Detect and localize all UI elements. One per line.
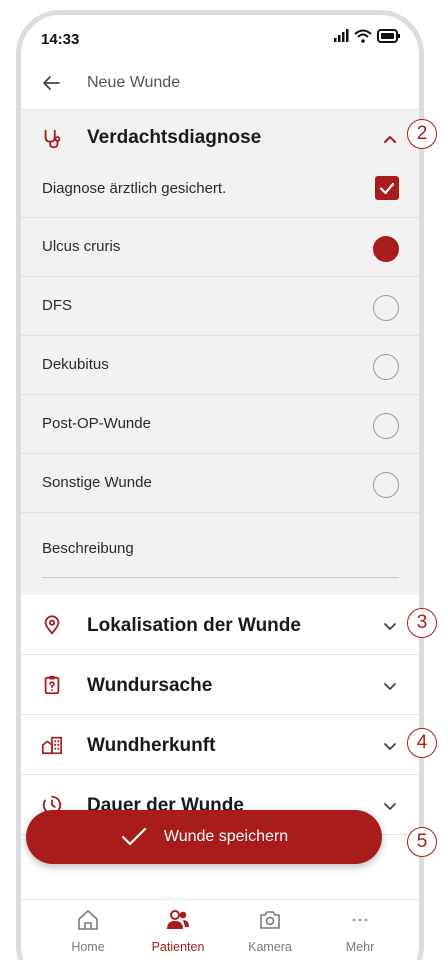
clipboard-question-icon — [44, 675, 60, 695]
description-field[interactable]: Beschreibung — [42, 532, 399, 578]
confirmed-row[interactable]: Diagnose ärztlich gesichert. — [21, 168, 419, 218]
section-title: Wundursache — [87, 675, 213, 696]
building-icon — [42, 736, 62, 755]
tab-home[interactable]: Home — [43, 908, 133, 956]
confirmed-label: Diagnose ärztlich gesichert. — [42, 180, 227, 197]
option-dfs[interactable]: DFS — [21, 277, 419, 336]
option-radio[interactable] — [373, 472, 399, 498]
page-title: Neue Wunde — [87, 74, 181, 91]
option-radio-selected[interactable] — [373, 236, 399, 262]
chevron-down-icon[interactable] — [381, 677, 399, 695]
wifi-icon — [354, 29, 372, 43]
more-icon — [352, 918, 368, 922]
battery-icon — [377, 29, 400, 43]
location-pin-icon — [44, 615, 60, 635]
status-bar: 14:33 — [21, 15, 419, 61]
option-label: Post-OP-Wunde — [42, 415, 151, 432]
option-radio[interactable] — [373, 354, 399, 380]
tab-label: Home — [71, 940, 105, 954]
checkmark-icon — [121, 827, 146, 846]
diagnosis-title: Verdachtsdiagnose — [87, 127, 262, 148]
diagnosis-header[interactable]: Verdachtsdiagnose — [21, 110, 419, 168]
diagnosis-section: Verdachtsdiagnose Diagnose ärztlich gesi… — [21, 109, 419, 595]
status-time: 14:33 — [41, 31, 80, 48]
section-title: Wundherkunft — [87, 735, 216, 756]
chevron-down-icon[interactable] — [381, 737, 399, 755]
callout-badge: 2 — [407, 119, 437, 149]
option-radio[interactable] — [373, 295, 399, 321]
home-icon — [78, 910, 98, 930]
app-bar: Neue Wunde — [21, 61, 419, 109]
option-sonstige-wunde[interactable]: Sonstige Wunde — [21, 454, 419, 513]
confirmed-checkbox[interactable] — [375, 176, 399, 200]
section-wundursache[interactable]: Wundursache — [21, 655, 419, 715]
checkmark-icon — [379, 182, 395, 195]
section-title: Lokalisation der Wunde — [87, 615, 301, 636]
bottom-nav: Home Patienten Kamera Mehr — [21, 899, 419, 960]
tab-label: Mehr — [345, 940, 375, 954]
option-ulcus-cruris[interactable]: Ulcus cruris — [21, 218, 419, 277]
patients-icon — [167, 910, 189, 929]
section-lokalisation[interactable]: Lokalisation der Wunde — [21, 595, 419, 655]
option-label: Sonstige Wunde — [42, 474, 152, 491]
status-icons — [333, 29, 401, 43]
tab-patienten[interactable]: Patienten — [133, 908, 223, 956]
option-label: Dekubitus — [42, 356, 109, 373]
section-wundherkunft[interactable]: Wundherkunft — [21, 715, 419, 775]
option-label: Ulcus cruris — [42, 238, 121, 255]
option-dekubitus[interactable]: Dekubitus — [21, 336, 419, 395]
chevron-up-icon[interactable] — [381, 130, 399, 148]
tab-mehr[interactable]: Mehr — [315, 908, 405, 956]
save-button-label: Wunde speichern — [163, 828, 289, 845]
callout-badge: 3 — [407, 608, 437, 638]
back-arrow-icon[interactable] — [39, 71, 63, 95]
tab-kamera[interactable]: Kamera — [225, 908, 315, 956]
callout-badge: 5 — [407, 827, 437, 857]
tab-label: Patienten — [151, 940, 205, 954]
option-radio[interactable] — [373, 413, 399, 439]
description-label: Beschreibung — [42, 540, 134, 557]
tab-label: Kamera — [248, 940, 292, 954]
stethoscope-icon — [44, 129, 61, 149]
signal-icon — [334, 29, 349, 42]
option-post-op-wunde[interactable]: Post-OP-Wunde — [21, 395, 419, 454]
chevron-down-icon[interactable] — [381, 617, 399, 635]
callout-badge: 4 — [407, 728, 437, 758]
chevron-down-icon[interactable] — [381, 797, 399, 815]
option-label: DFS — [42, 297, 72, 314]
camera-icon — [260, 911, 280, 929]
save-wound-button[interactable]: Wunde speichern — [26, 810, 382, 864]
